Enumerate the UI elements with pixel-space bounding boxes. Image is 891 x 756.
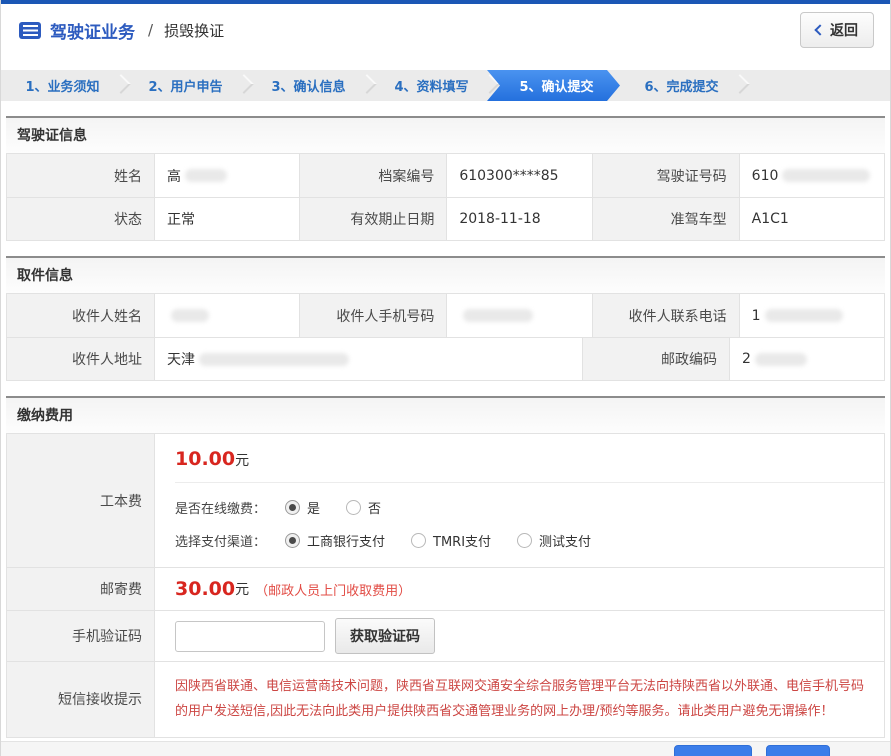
breadcrumb-current: 损毁换证 — [164, 20, 224, 41]
recipient-phone-label: 收件人联系电话 — [592, 294, 739, 337]
page: 驾驶证业务 / 损毁换证 返回 1、业务须知 2、用户申告 3、确认信息 4、资… — [0, 0, 891, 756]
step-4-fill-data[interactable]: 4、资料填写 — [370, 70, 493, 101]
sms-notice-cell: 因陕西省联通、电信运营商技术问题，陕西省互联网交通安全综合服务管理平台无法向持陕… — [154, 662, 884, 737]
license-number-value: 610 — [739, 154, 884, 197]
payment-channel-question-row: 选择支付渠道： 工商银行支付 TMRI支付 测试支付 — [175, 524, 884, 557]
table-row: 姓名 高 档案编号 610300****85 驾驶证号码 610 — [7, 154, 884, 197]
redacted-blur — [463, 309, 533, 322]
expiry-label: 有效期止日期 — [299, 198, 446, 240]
get-captcha-button[interactable]: 获取验证码 — [335, 618, 435, 654]
radio-yes[interactable]: 是 — [285, 498, 320, 517]
status-value: 正常 — [154, 198, 299, 240]
recipient-name-value — [154, 294, 299, 337]
cost-amount: 10.00 — [175, 448, 235, 470]
sms-notice-label: 短信接收提示 — [7, 662, 154, 737]
pickup-section-title: 取件信息 — [6, 256, 885, 293]
step-nav: 1、业务须知 2、用户申告 3、确认信息 4、资料填写 5、确认提交 6、完成提… — [1, 70, 890, 101]
pickup-info-section: 取件信息 收件人姓名 收件人手机号码 收件人联系电话 1 收件人地址 天津 邮政… — [6, 256, 885, 381]
step-separator-icon — [730, 74, 750, 94]
captcha-input[interactable] — [175, 621, 325, 652]
redacted-blur — [782, 169, 870, 182]
redacted-blur — [171, 309, 209, 322]
license-section-title: 驾驶证信息 — [6, 116, 885, 153]
status-label: 状态 — [7, 198, 154, 240]
captcha-cell: 获取验证码 — [154, 611, 884, 661]
table-row: 状态 正常 有效期止日期 2018-11-18 准驾车型 A1C1 — [7, 197, 884, 240]
radio-unselected-icon[interactable] — [346, 500, 361, 515]
footer-bar: 上一步 完成 — [1, 741, 890, 756]
radio-no[interactable]: 否 — [346, 498, 381, 517]
postage-row: 邮寄费 30.00元 （邮政人员上门收取费用） — [7, 567, 884, 610]
captcha-label: 手机验证码 — [7, 611, 154, 661]
cost-cell: 10.00元 是否在线缴费： 是 否 选择支付渠道： 工商银行支付 TMRI支付 — [154, 434, 884, 567]
previous-step-button[interactable]: 上一步 — [674, 745, 752, 756]
chevron-left-icon — [814, 24, 825, 35]
file-number-label: 档案编号 — [299, 154, 446, 197]
redacted-blur — [199, 353, 349, 366]
recipient-mobile-value — [446, 294, 591, 337]
postcode-label: 邮政编码 — [582, 338, 729, 380]
file-number-value: 610300****85 — [446, 154, 591, 197]
back-button[interactable]: 返回 — [800, 12, 874, 48]
radio-unselected-icon[interactable] — [517, 533, 532, 548]
radio-icbc-pay[interactable]: 工商银行支付 — [285, 531, 385, 550]
cost-label: 工本费 — [7, 434, 154, 567]
recipient-phone-value: 1 — [739, 294, 884, 337]
license-table: 姓名 高 档案编号 610300****85 驾驶证号码 610 状态 正常 有… — [6, 153, 885, 241]
page-header: 驾驶证业务 / 损毁换证 返回 — [1, 4, 890, 56]
radio-test-pay[interactable]: 测试支付 — [517, 531, 591, 550]
radio-unselected-icon[interactable] — [411, 533, 426, 548]
expiry-value: 2018-11-18 — [446, 198, 591, 240]
pickup-table: 收件人姓名 收件人手机号码 收件人联系电话 1 收件人地址 天津 邮政编码 2 — [6, 293, 885, 381]
online-payment-question-row: 是否在线缴费： 是 否 — [175, 491, 884, 524]
fees-section-title: 缴纳费用 — [6, 396, 885, 433]
back-button-label: 返回 — [830, 20, 858, 40]
license-number-label: 驾驶证号码 — [592, 154, 739, 197]
sms-notice-row: 短信接收提示 因陕西省联通、电信运营商技术问题，陕西省互联网交通安全综合服务管理… — [7, 661, 884, 737]
recipient-address-label: 收件人地址 — [7, 338, 154, 380]
table-row: 收件人地址 天津 邮政编码 2 — [7, 337, 884, 380]
page-title: 驾驶证业务 — [50, 18, 135, 43]
recipient-name-label: 收件人姓名 — [7, 294, 154, 337]
redacted-blur — [755, 353, 807, 366]
name-label: 姓名 — [7, 154, 154, 197]
fees-section: 缴纳费用 工本费 10.00元 是否在线缴费： 是 否 选择 — [6, 396, 885, 738]
step-1-notice[interactable]: 1、业务须知 — [1, 70, 124, 101]
postage-label: 邮寄费 — [7, 568, 154, 610]
fees-table: 工本费 10.00元 是否在线缴费： 是 否 选择支付渠道： 工商银行支付 — [6, 433, 885, 738]
redacted-blur — [765, 309, 843, 322]
vehicle-class-value: A1C1 — [739, 198, 884, 240]
recipient-mobile-label: 收件人手机号码 — [299, 294, 446, 337]
step-2-declaration[interactable]: 2、用户申告 — [124, 70, 247, 101]
postage-cell: 30.00元 （邮政人员上门收取费用） — [154, 568, 884, 610]
cost-amount-line: 10.00元 — [175, 434, 884, 483]
online-payment-question: 是否在线缴费： — [175, 498, 285, 517]
step-3-confirm-info[interactable]: 3、确认信息 — [247, 70, 370, 101]
postage-amount: 30.00 — [175, 578, 235, 600]
breadcrumb-separator: / — [148, 21, 153, 39]
breadcrumb: 驾驶证业务 / 损毁换证 — [19, 18, 224, 43]
radio-selected-icon[interactable] — [285, 500, 300, 515]
radio-selected-icon[interactable] — [285, 533, 300, 548]
postcode-value: 2 — [729, 338, 884, 380]
vehicle-class-label: 准驾车型 — [592, 198, 739, 240]
sms-notice-text: 因陕西省联通、电信运营商技术问题，陕西省互联网交通安全综合服务管理平台无法向持陕… — [175, 662, 884, 737]
step-5-confirm-submit[interactable]: 5、确认提交 — [487, 70, 620, 101]
payment-channel-question: 选择支付渠道： — [175, 531, 285, 550]
radio-tmri-pay[interactable]: TMRI支付 — [411, 531, 491, 550]
step-6-complete[interactable]: 6、完成提交 — [620, 70, 743, 101]
redacted-blur — [185, 169, 227, 182]
recipient-address-value: 天津 — [154, 338, 582, 380]
postage-note: （邮政人员上门收取费用） — [255, 580, 411, 599]
name-value: 高 — [154, 154, 299, 197]
form-list-icon — [19, 22, 41, 39]
cost-row: 工本费 10.00元 是否在线缴费： 是 否 选择支付渠道： 工商银行支付 — [7, 434, 884, 567]
finish-button[interactable]: 完成 — [766, 745, 830, 756]
license-info-section: 驾驶证信息 姓名 高 档案编号 610300****85 驾驶证号码 610 状… — [6, 116, 885, 241]
table-row: 收件人姓名 收件人手机号码 收件人联系电话 1 — [7, 294, 884, 337]
captcha-row: 手机验证码 获取验证码 — [7, 610, 884, 661]
